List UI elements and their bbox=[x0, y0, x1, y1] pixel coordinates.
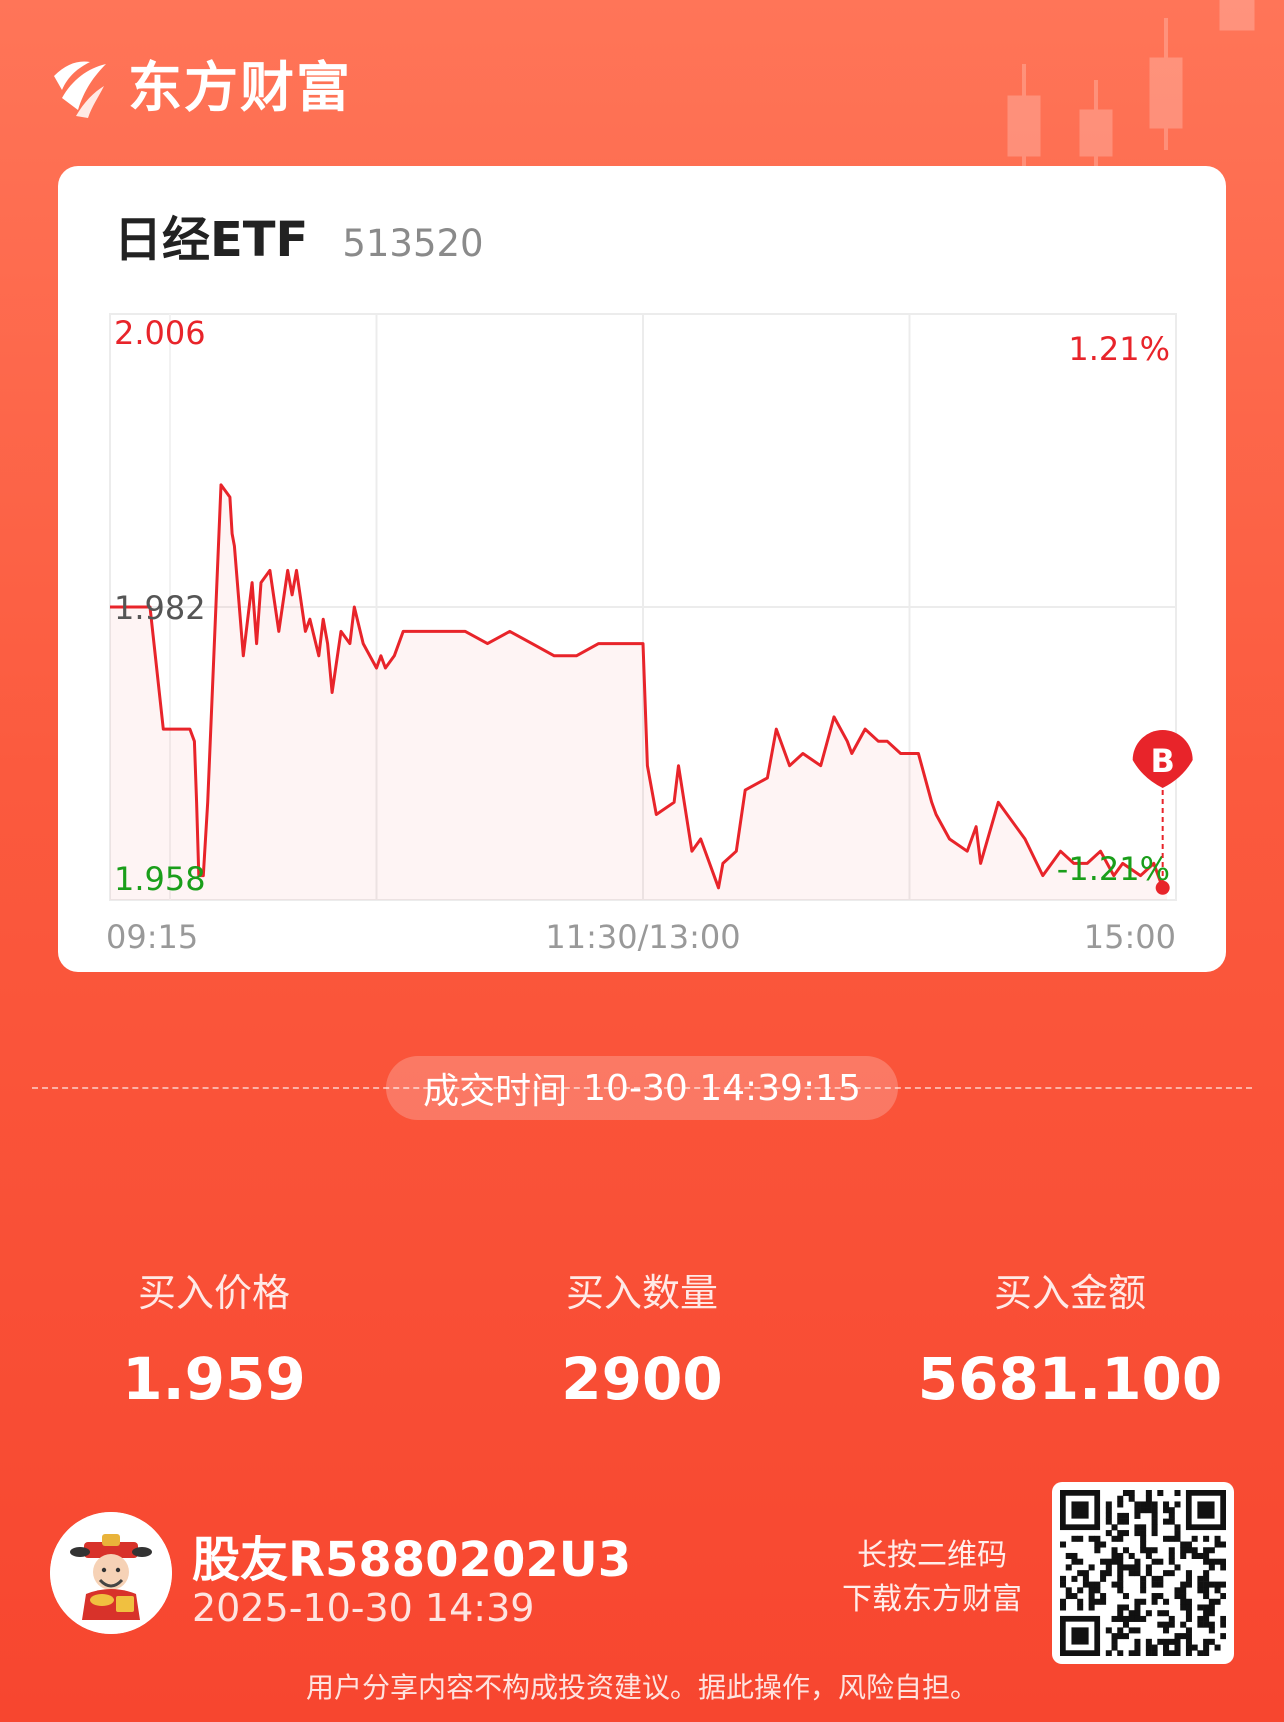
qr-hint-line2: 下载东方财富 bbox=[842, 1582, 1022, 1617]
buy-marker-label: B bbox=[1150, 742, 1174, 780]
qr-hint-line1: 长按二维码 bbox=[857, 1538, 1007, 1573]
chart-y-label-top: 2.006 bbox=[114, 314, 206, 352]
stat-value: 2900 bbox=[561, 1345, 723, 1413]
trade-time-pill: 成交时间 10-30 14:39:15 bbox=[386, 1056, 898, 1120]
avatar bbox=[50, 1512, 172, 1634]
chart-x-label-close: 15:00 bbox=[1084, 918, 1176, 956]
stat-label: 买入价格 bbox=[137, 1271, 290, 1315]
chart-y-label-middle: 1.982 bbox=[114, 589, 206, 627]
eastmoney-logo-icon bbox=[54, 61, 106, 118]
stat-label: 买入金额 bbox=[993, 1271, 1146, 1315]
stat-buy-amount: 买入金额 5681.100 bbox=[856, 1262, 1284, 1413]
stat-label: 买入数量 bbox=[565, 1271, 718, 1315]
qr-hint: 长按二维码 下载东方财富 bbox=[842, 1534, 1022, 1622]
trade-stats: 买入价格 1.959 买入数量 2900 买入金额 5681.100 bbox=[0, 1262, 1284, 1413]
chart-pct-label-bottom: -1.21% bbox=[1057, 850, 1170, 888]
intraday-price-chart: 2.006 1.982 1.958 1.21% -1.21% 09:15 11:30/13:… bbox=[106, 313, 1193, 956]
chart-series-area bbox=[110, 484, 1168, 900]
chart-y-label-bottom: 1.958 bbox=[114, 860, 206, 898]
chart-x-label-open: 09:15 bbox=[106, 918, 198, 956]
stat-value: 1.959 bbox=[122, 1345, 306, 1413]
buy-marker-point bbox=[1155, 880, 1170, 895]
qr-code-icon bbox=[1060, 1490, 1227, 1657]
user-name: 股友R5880202U3 bbox=[192, 1532, 632, 1588]
stock-chart-card: 日经ETF 513520 2.006 1.982 1.958 1.21% -1.21% 0… bbox=[58, 166, 1226, 972]
disclaimer: 用户分享内容不构成投资建议。据此操作，风险自担。 bbox=[305, 1671, 978, 1704]
chart-pct-label-top: 1.21% bbox=[1068, 330, 1170, 368]
stat-buy-quantity: 买入数量 2900 bbox=[428, 1262, 856, 1413]
trade-time-value: 10-30 14:39:15 bbox=[583, 1067, 861, 1109]
brand-header: 东方财富 bbox=[48, 46, 352, 119]
trade-time-label: 成交时间 bbox=[423, 1071, 568, 1112]
stat-value: 5681.100 bbox=[917, 1345, 1223, 1413]
qr-code[interactable] bbox=[1052, 1482, 1234, 1664]
stat-buy-price: 买入价格 1.959 bbox=[0, 1262, 428, 1413]
brand-name: 东方财富 bbox=[128, 55, 352, 119]
fortune-god-avatar-icon bbox=[50, 1512, 172, 1634]
chart-x-label-midday: 11:30/13:00 bbox=[545, 918, 740, 956]
user-share-date: 2025-10-30 14:39 bbox=[192, 1586, 535, 1630]
